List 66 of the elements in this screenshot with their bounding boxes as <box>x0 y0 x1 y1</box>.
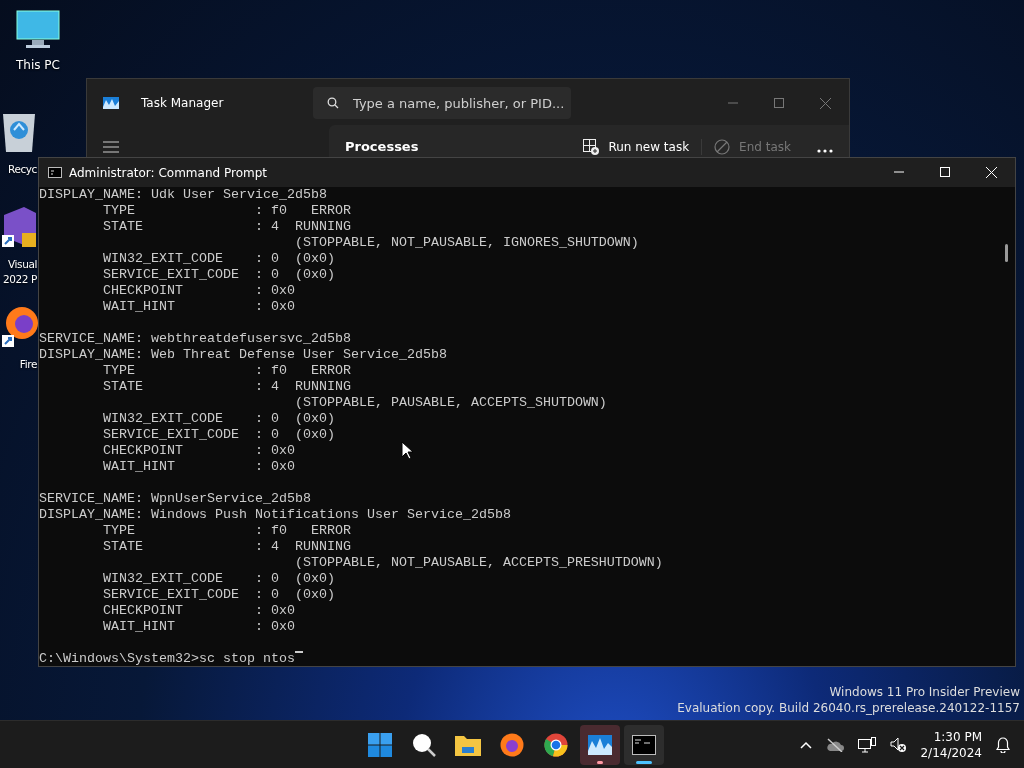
speaker-muted-icon[interactable] <box>890 736 907 753</box>
console-line: SERVICE_EXIT_CODE : 0 (0x0) <box>102 587 335 603</box>
console-line: TYPE : f0 ERROR <box>102 523 351 539</box>
console-line: WIN32_EXIT_CODE : 0 (0x0) <box>102 251 335 267</box>
search-icon <box>412 732 436 757</box>
command-prompt-line[interactable]: C:\Windows\System32>sc stop ntos <box>39 651 295 667</box>
windows-logo-icon <box>368 732 392 757</box>
app-icon <box>103 97 119 109</box>
network-icon[interactable] <box>858 736 877 753</box>
folder-icon <box>455 733 481 756</box>
console-line: WAIT_HINT : 0x0 <box>102 299 295 315</box>
desktop-icon-label[interactable]: Fire <box>19 357 38 372</box>
taskbar-button[interactable] <box>624 724 664 765</box>
watermark-text: Windows 11 Pro Insider Preview <box>829 684 1020 700</box>
text-cursor <box>294 651 303 653</box>
desktop-icon-label[interactable]: Recyc <box>7 162 38 177</box>
taskbar-button[interactable] <box>580 724 620 765</box>
console-line: (STOPPABLE, NOT_PAUSABLE, IGNORES_SHUTDOWN) <box>293 235 639 251</box>
console-line: WIN32_EXIT_CODE : 0 (0x0) <box>102 411 335 427</box>
console-icon <box>48 167 62 178</box>
console-line: CHECKPOINT : 0x0 <box>102 443 295 459</box>
more-icon[interactable] <box>817 148 833 153</box>
console-line: SERVICE_NAME: WpnUserService_2d5b8 <box>39 491 311 507</box>
console-line: WIN32_EXIT_CODE : 0 (0x0) <box>102 571 335 587</box>
console-line: DISPLAY_NAME: Udk User Service_2d5b8 <box>39 187 327 203</box>
watermark-text: Evaluation copy. Build 26040.rs_prerelease.240122-1157 <box>677 700 1020 716</box>
console-line: WAIT_HINT : 0x0 <box>102 459 295 475</box>
desktop-icon-label[interactable]: Visual 2022 P <box>3 257 38 287</box>
notification-bell-icon[interactable] <box>996 736 1010 753</box>
mouse-pointer-icon <box>401 441 413 460</box>
console-line: CHECKPOINT : 0x0 <box>102 603 295 619</box>
page-title: Processes <box>345 139 419 155</box>
console-line: (STOPPABLE, NOT_PAUSABLE, ACCEPTS_PRESHUTDOWN) <box>293 555 663 571</box>
console-line: TYPE : f0 ERROR <box>102 203 351 219</box>
search-field[interactable]: Type a name, publisher, or PID... <box>313 87 571 119</box>
firefox-icon <box>0 305 38 349</box>
console-icon <box>632 734 656 755</box>
visual-studio-icon <box>0 205 38 249</box>
clock-date[interactable]: 2/14/2024 <box>920 744 982 761</box>
clock-time[interactable]: 1:30 PM <box>933 728 982 745</box>
firefox-icon <box>500 732 524 757</box>
console-line: WAIT_HINT : 0x0 <box>102 619 295 635</box>
console-line: STATE : 4 RUNNING <box>102 219 351 235</box>
scrollbar-thumb[interactable] <box>1005 244 1008 262</box>
menu-icon[interactable] <box>103 141 119 153</box>
console-line: (STOPPABLE, PAUSABLE, ACCEPTS_SHUTDOWN) <box>293 395 607 411</box>
console-line: STATE : 4 RUNNING <box>102 379 351 395</box>
console-line: SERVICE_EXIT_CODE : 0 (0x0) <box>102 427 335 443</box>
chevron-up-icon[interactable] <box>800 740 813 749</box>
window-title: Task Manager <box>141 96 225 110</box>
toolbar-button[interactable]: Run new task <box>579 139 694 155</box>
monitor-icon <box>16 10 60 50</box>
window-title: Administrator: Command Prompt <box>69 165 267 180</box>
console-line: DISPLAY_NAME: Web Threat Defense User Service_2d5b8 <box>39 347 447 363</box>
console-line: DISPLAY_NAME: Windows Push Notifications User Service_2d5b8 <box>39 507 511 523</box>
cloud-off-icon[interactable] <box>826 737 845 752</box>
desktop-icon-label[interactable]: This PC <box>16 58 60 73</box>
chart-icon <box>588 734 612 755</box>
console-line: STATE : 4 RUNNING <box>102 539 351 555</box>
search-icon <box>327 97 339 109</box>
console-line: TYPE : f0 ERROR <box>102 363 351 379</box>
prohibited-icon <box>714 139 731 155</box>
chrome-icon <box>544 732 568 757</box>
console-line: CHECKPOINT : 0x0 <box>102 283 295 299</box>
console-line: SERVICE_EXIT_CODE : 0 (0x0) <box>102 267 335 283</box>
console-line: SERVICE_NAME: webthreatdefusersvc_2d5b8 <box>39 331 351 347</box>
